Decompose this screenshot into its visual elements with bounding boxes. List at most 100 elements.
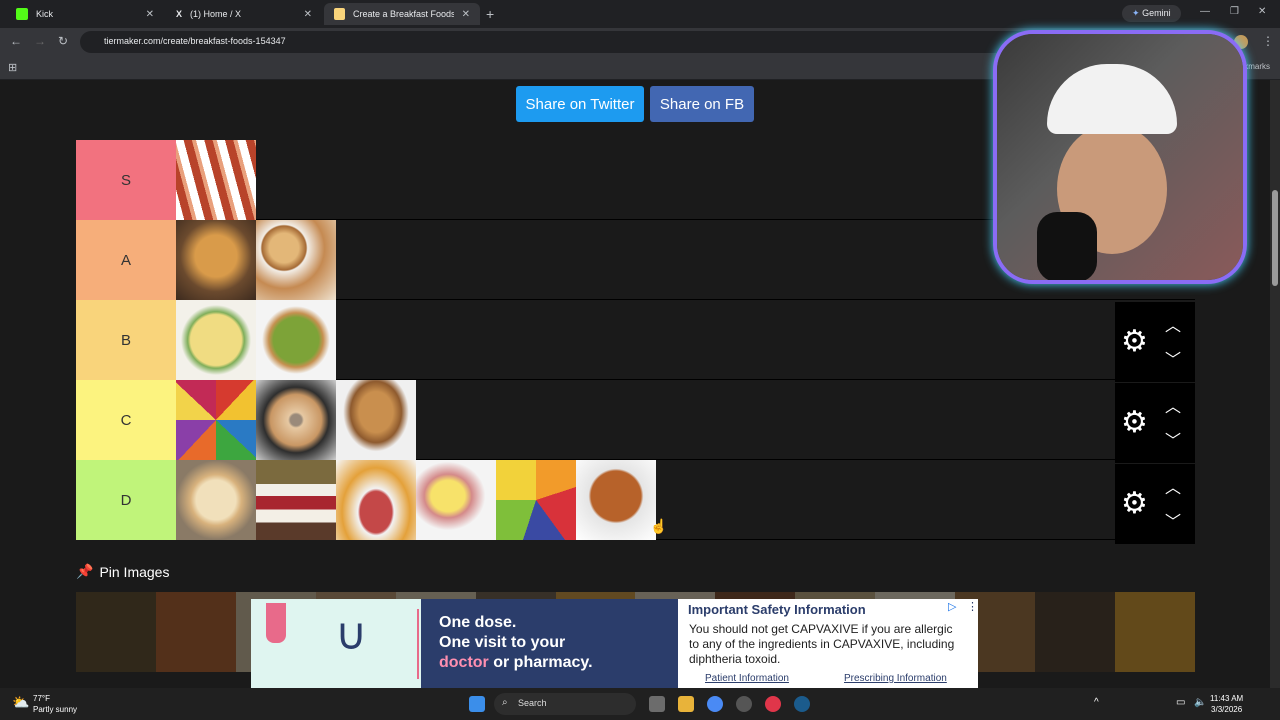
cinnamon-rolls-image[interactable] [256, 220, 336, 300]
gemini-icon: ✦ [1132, 8, 1140, 18]
bagel-image[interactable] [256, 380, 336, 460]
tier-label[interactable]: S [76, 140, 176, 220]
ad-divider [417, 609, 419, 679]
chevron-up-icon[interactable]: ︿ [1165, 474, 1181, 498]
temperature: 77°F [33, 694, 50, 703]
tab-title: Kick [36, 9, 54, 19]
fruit-salad-image[interactable] [496, 460, 576, 540]
forward-icon[interactable]: → [34, 34, 46, 48]
system-clock[interactable]: 11:43 AM 3/3/2026 [1210, 693, 1243, 715]
chevron-down-icon[interactable]: ﹀ [1165, 427, 1181, 451]
gemini-button[interactable]: ✦ Gemini [1122, 5, 1181, 22]
tier-items [176, 380, 416, 460]
share-twitter-button[interactable]: Share on Twitter [516, 86, 644, 122]
tier-label[interactable]: A [76, 220, 176, 300]
eggs-benedict-image[interactable] [416, 460, 496, 540]
tier-items [176, 220, 336, 300]
advertisement-banner[interactable]: ∪ One dose. One visit to your doctor or … [251, 599, 978, 688]
weather-widget[interactable]: 77°F Partly sunny [33, 693, 77, 715]
bacon-image[interactable] [176, 140, 256, 220]
network-icon[interactable]: ▭ [1176, 697, 1185, 708]
windows-start-icon[interactable] [469, 696, 485, 712]
steam-icon[interactable] [794, 696, 810, 712]
minimize-icon[interactable]: — [1200, 6, 1210, 17]
muffin-image[interactable] [336, 380, 416, 460]
tiermaker-icon [334, 8, 345, 20]
taskbar-search[interactable]: ⌕ Search [494, 693, 636, 715]
reload-icon[interactable]: ↻ [58, 34, 68, 48]
pin-images-label: Pin Images [99, 563, 170, 580]
ad-safety-title: Important Safety Information [688, 602, 866, 617]
pin-images-toggle[interactable]: 📌 Pin Images [76, 563, 169, 580]
ad-left-panel: ∪ One dose. One visit to your doctor or … [251, 599, 678, 688]
hash-browns-image[interactable] [176, 220, 256, 300]
gear-icon[interactable]: ⚙ [1121, 489, 1148, 519]
menu-icon[interactable]: ⋮ [1262, 34, 1274, 48]
english-muffin-image[interactable] [176, 460, 256, 540]
ham-image[interactable] [336, 460, 416, 540]
avocado-toast-image[interactable] [256, 300, 336, 380]
ad-line: One dose. [439, 614, 517, 631]
omelette-image[interactable] [176, 300, 256, 380]
tab-kick[interactable]: Kick ✕ [6, 3, 164, 25]
search-icon: ⌕ [502, 697, 508, 708]
chevron-up-icon[interactable]: ︿ [1165, 312, 1181, 336]
tray-overflow-icon[interactable]: ^ [1094, 697, 1099, 708]
tier-controls-b: ⚙ ︿ ﹀ [1115, 302, 1195, 382]
close-icon[interactable]: ✕ [146, 9, 154, 20]
chevron-up-icon[interactable]: ︿ [1165, 393, 1181, 417]
volume-icon[interactable]: 🔈 [1194, 697, 1206, 708]
pool-image[interactable] [1114, 592, 1195, 672]
ad-menu-icon[interactable]: ⋮ [967, 600, 978, 613]
page-scrollbar[interactable] [1270, 80, 1280, 688]
app-icon[interactable] [765, 696, 781, 712]
parfait-image[interactable] [256, 460, 336, 540]
close-window-icon[interactable]: ✕ [1258, 6, 1266, 17]
ad-logo-panel: ∪ [251, 599, 421, 688]
apps-grid-icon[interactable]: ⊞ [8, 61, 17, 74]
chevron-down-icon[interactable]: ﹀ [1165, 346, 1181, 370]
tier-label[interactable]: B [76, 300, 176, 380]
tab-x[interactable]: X (1) Home / X ✕ [166, 3, 322, 25]
tier-items [176, 140, 256, 220]
chrome-icon[interactable] [707, 696, 723, 712]
gemini-label: Gemini [1142, 8, 1171, 18]
pool-image[interactable] [1035, 592, 1115, 672]
close-icon[interactable]: ✕ [304, 9, 312, 20]
tier-items [176, 300, 336, 380]
tier-label[interactable]: D [76, 460, 176, 540]
pin-icon: 📌 [76, 563, 94, 579]
baked-beans-image[interactable] [576, 460, 656, 540]
tier-items [176, 460, 656, 540]
patient-information-link[interactable]: Patient Information [705, 673, 789, 684]
streamer-webcam-overlay [993, 30, 1247, 284]
tier-controls-c: ⚙ ︿ ﹀ [1115, 383, 1195, 463]
back-icon[interactable]: ← [10, 34, 22, 48]
share-facebook-button[interactable]: Share on FB [650, 86, 754, 122]
ad-accent-shape [266, 603, 286, 643]
chevron-down-icon[interactable]: ﹀ [1165, 508, 1181, 532]
scrollbar-thumb[interactable] [1272, 190, 1278, 286]
pool-image[interactable] [76, 592, 156, 672]
prescribing-information-link[interactable]: Prescribing Information [844, 673, 947, 684]
tab-tiermaker[interactable]: Create a Breakfast Foods (30+ ✕ [324, 3, 480, 25]
cereal-image[interactable] [176, 380, 256, 460]
adchoices-icon[interactable]: ▷ [948, 600, 956, 613]
task-view-icon[interactable] [649, 696, 665, 712]
x-icon: X [176, 9, 183, 19]
ad-line-highlight: doctor [439, 654, 489, 671]
file-explorer-icon[interactable] [678, 696, 694, 712]
obs-icon[interactable] [736, 696, 752, 712]
ad-safety-text: You should not get CAPVAXIVE if you are … [689, 622, 955, 666]
restore-icon[interactable]: ❐ [1230, 6, 1239, 17]
gear-icon[interactable]: ⚙ [1121, 327, 1148, 357]
close-icon[interactable]: ✕ [462, 9, 470, 20]
tier-label[interactable]: C [76, 380, 176, 460]
new-tab-button[interactable]: + [486, 6, 494, 22]
windows-taskbar: ⛅ 77°F Partly sunny ⌕ Search ^ ▭ 🔈 11:43… [0, 688, 1280, 720]
pool-image[interactable] [155, 592, 236, 672]
stethoscope-icon: ∪ [335, 610, 368, 659]
microphone [1037, 212, 1097, 280]
gear-icon[interactable]: ⚙ [1121, 408, 1148, 438]
weather-icon[interactable]: ⛅ [12, 694, 29, 711]
